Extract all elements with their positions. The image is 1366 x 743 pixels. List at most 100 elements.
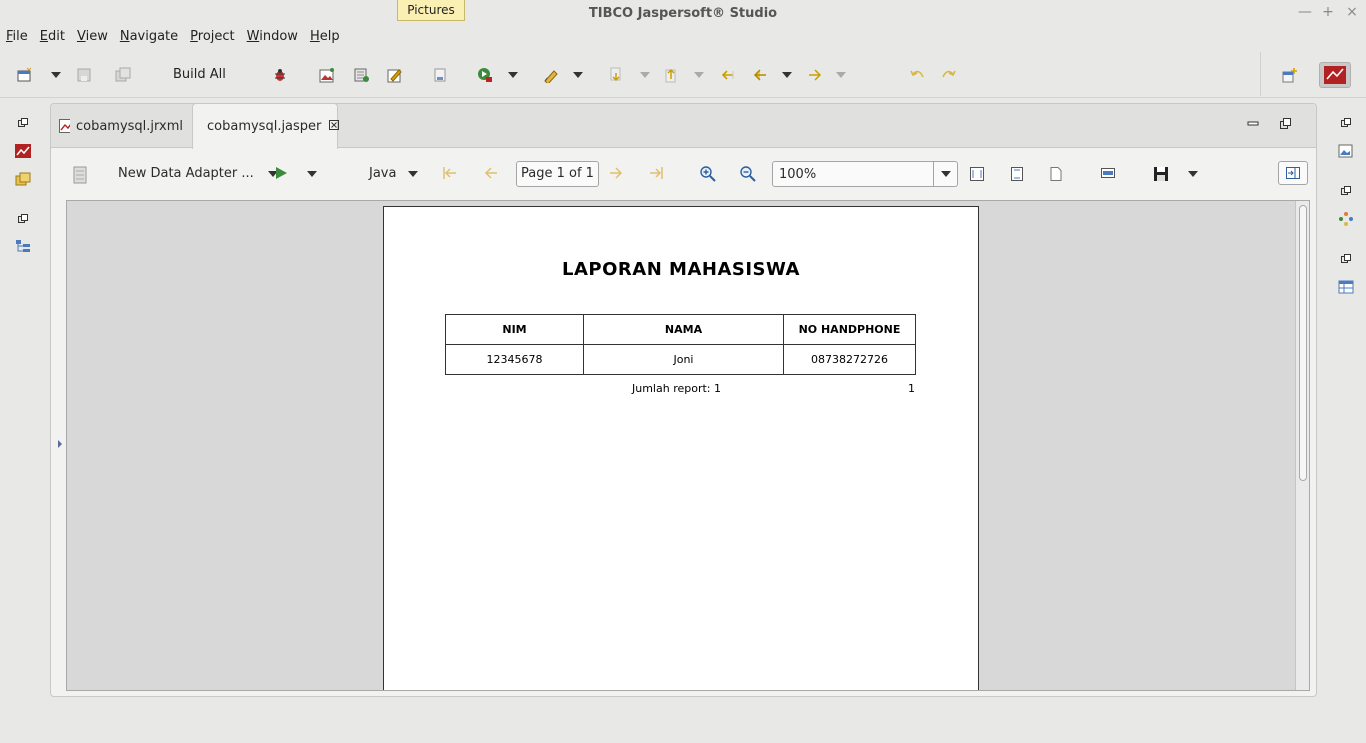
next-page-icon[interactable]: [608, 166, 624, 180]
back-icon[interactable]: [718, 66, 736, 84]
close-tab-icon[interactable]: [329, 120, 340, 133]
menu-edit[interactable]: Edit: [40, 27, 65, 49]
export-icon[interactable]: [1100, 166, 1116, 180]
column-header-nama: NAMA: [583, 314, 784, 345]
pen-icon[interactable]: [542, 66, 560, 84]
outline-icon[interactable]: [15, 239, 31, 255]
title-bar: TIBCO Jaspersoft® Studio Pictures — + ×: [0, 0, 1366, 27]
down-icon[interactable]: [607, 66, 625, 84]
build-all-button[interactable]: Build All: [173, 67, 226, 82]
maximize-editor-icon[interactable]: [1280, 118, 1292, 134]
data-adapter-select[interactable]: New Data Adapter ...: [118, 166, 278, 181]
menu-help[interactable]: Help: [310, 27, 340, 49]
restore-icon[interactable]: [1338, 183, 1354, 199]
toolbar-separator: [1260, 52, 1261, 96]
data-icon[interactable]: [352, 66, 370, 84]
zoom-out-icon[interactable]: [740, 166, 756, 182]
pen-dropdown-icon[interactable]: [573, 66, 583, 84]
record-count-label: Jumlah report: 1: [632, 382, 721, 395]
page-number: 1: [908, 382, 915, 395]
properties-icon[interactable]: [1338, 211, 1354, 227]
previous-page-icon[interactable]: [483, 166, 499, 180]
column-header-nim: NIM: [445, 314, 584, 345]
tab-label: cobamysql.jrxml: [75, 118, 183, 134]
prev-dropdown-icon[interactable]: [782, 66, 792, 84]
next-dropdown-icon[interactable]: [836, 66, 846, 84]
redo-icon[interactable]: [940, 66, 958, 84]
restore-icon[interactable]: [15, 115, 31, 131]
collapse-arrow-icon[interactable]: [58, 440, 62, 448]
actual-size-icon[interactable]: [969, 166, 985, 182]
debug-icon[interactable]: [271, 66, 289, 84]
editor-area: cobamysql.jrxml 110 cobamysql.jasper New…: [50, 103, 1317, 697]
down-dropdown-icon[interactable]: [640, 66, 650, 84]
fit-page-icon[interactable]: [1009, 166, 1025, 182]
run-report-icon[interactable]: [274, 166, 288, 180]
zoom-combo[interactable]: 100%: [772, 161, 958, 187]
edit-icon[interactable]: [386, 66, 404, 84]
undo-icon[interactable]: [908, 66, 926, 84]
jaspersoft-perspective-icon[interactable]: [1319, 62, 1351, 88]
restore-icon[interactable]: [15, 211, 31, 227]
window-title: TIBCO Jaspersoft® Studio: [588, 6, 778, 21]
open-perspective-icon[interactable]: [1281, 66, 1299, 84]
image-icon[interactable]: [318, 66, 336, 84]
palette-icon[interactable]: [1338, 143, 1354, 159]
vertical-scrollbar[interactable]: [1295, 201, 1309, 690]
close-window-button[interactable]: ×: [1346, 4, 1358, 20]
prev-icon[interactable]: [751, 66, 769, 84]
save-dropdown-icon[interactable]: [1188, 171, 1198, 177]
data-adapter-icon[interactable]: [73, 166, 87, 184]
first-page-icon[interactable]: [442, 166, 458, 180]
report-icon[interactable]: [431, 66, 449, 84]
cell-nim: 12345678: [445, 344, 584, 375]
new-dropdown-icon[interactable]: [51, 66, 61, 84]
report-viewer[interactable]: LAPORAN MAHASISWA NIM NAMA NO HANDPHONE …: [66, 200, 1310, 691]
tab-label: cobamysql.jasper: [207, 119, 322, 134]
tab-cobamysql-jrxml[interactable]: cobamysql.jrxml: [51, 104, 191, 148]
up-dropdown-icon[interactable]: [694, 66, 704, 84]
zoom-in-icon[interactable]: [700, 166, 716, 182]
zoom-value: 100%: [779, 167, 817, 182]
run-dropdown-icon[interactable]: [508, 66, 518, 84]
menu-project[interactable]: Project: [190, 27, 235, 49]
menu-view[interactable]: View: [77, 27, 108, 49]
language-label: Java: [369, 166, 397, 181]
minimize-button[interactable]: —: [1298, 4, 1312, 20]
scrollbar-thumb[interactable]: [1299, 205, 1307, 481]
menu-bar: File Edit View Navigate Project Window H…: [0, 27, 1366, 49]
fit-width-icon[interactable]: [1048, 166, 1064, 182]
toggle-side-panel-button[interactable]: [1278, 161, 1308, 185]
menu-file[interactable]: File: [6, 27, 28, 49]
window-controls: — + ×: [1298, 4, 1358, 20]
last-page-icon[interactable]: [648, 166, 664, 180]
save-icon[interactable]: [75, 66, 93, 84]
report-table: NIM NAMA NO HANDPHONE 12345678 Joni 0873…: [445, 314, 916, 375]
run-icon[interactable]: [476, 66, 494, 84]
table-icon[interactable]: [1338, 279, 1354, 295]
up-icon[interactable]: [662, 66, 680, 84]
menu-navigate[interactable]: Navigate: [120, 27, 178, 49]
report-outline-icon[interactable]: [15, 143, 31, 159]
tab-cobamysql-jasper[interactable]: 110 cobamysql.jasper: [192, 103, 340, 149]
repository-icon[interactable]: [15, 171, 31, 187]
column-header-no-handphone: NO HANDPHONE: [783, 314, 916, 345]
report-page: LAPORAN MAHASISWA NIM NAMA NO HANDPHONE …: [383, 206, 979, 690]
cell-no-handphone: 08738272726: [783, 344, 916, 375]
restore-icon[interactable]: [1338, 115, 1354, 131]
chevron-down-icon[interactable]: [933, 162, 957, 186]
next-icon[interactable]: [806, 66, 824, 84]
preview-toolbar: New Data Adapter ... Java: [51, 148, 1316, 200]
side-panel-icon: [1286, 167, 1300, 179]
new-icon[interactable]: [15, 66, 33, 84]
restore-icon[interactable]: [1338, 251, 1354, 267]
save-all-icon[interactable]: [114, 66, 132, 84]
maximize-button[interactable]: +: [1322, 4, 1334, 20]
page-indicator[interactable]: Page 1 of 1: [516, 161, 599, 187]
minimize-editor-icon[interactable]: [1247, 118, 1259, 134]
editor-tab-strip: cobamysql.jrxml 110 cobamysql.jasper: [51, 103, 1316, 149]
save-report-icon[interactable]: [1153, 166, 1169, 182]
language-select[interactable]: Java: [369, 166, 419, 181]
menu-window[interactable]: Window: [247, 27, 298, 49]
run-dropdown-icon[interactable]: [307, 171, 317, 177]
